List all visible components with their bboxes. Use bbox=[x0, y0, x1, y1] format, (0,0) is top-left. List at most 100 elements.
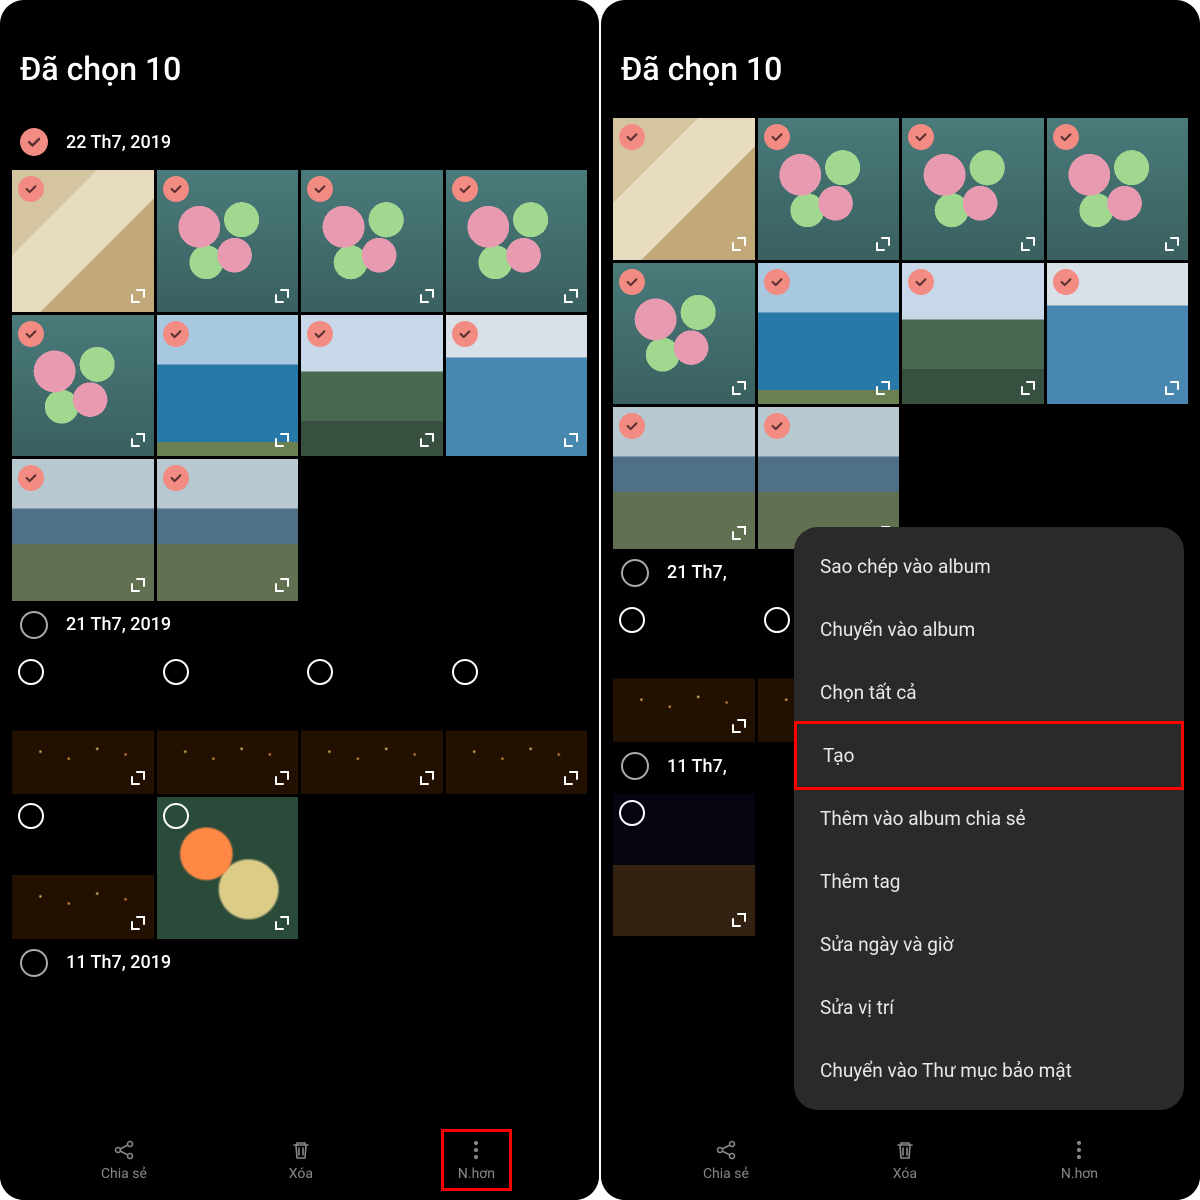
date-select-circle[interactable] bbox=[20, 611, 48, 639]
selected-check-icon[interactable] bbox=[452, 176, 478, 202]
select-circle[interactable] bbox=[18, 659, 44, 685]
expand-icon[interactable] bbox=[561, 768, 581, 788]
expand-icon[interactable] bbox=[1018, 378, 1038, 398]
expand-icon[interactable] bbox=[272, 430, 292, 450]
photo-thumbnail[interactable] bbox=[12, 459, 154, 601]
menu-item[interactable]: Chuyển vào Thư mục bảo mật bbox=[794, 1039, 1184, 1102]
selected-check-icon[interactable] bbox=[619, 269, 645, 295]
more-button[interactable]: N.hơn bbox=[1047, 1132, 1112, 1188]
photo-thumbnail[interactable] bbox=[446, 315, 588, 457]
selected-check-icon[interactable] bbox=[163, 176, 189, 202]
expand-icon[interactable] bbox=[729, 234, 749, 254]
photo-thumbnail[interactable] bbox=[902, 118, 1044, 260]
selected-check-icon[interactable] bbox=[908, 269, 934, 295]
selected-check-icon[interactable] bbox=[764, 413, 790, 439]
expand-icon[interactable] bbox=[417, 768, 437, 788]
date-select-circle[interactable] bbox=[621, 559, 649, 587]
date-header[interactable]: 21 Th7, 2019 bbox=[0, 601, 599, 653]
menu-item[interactable]: Thêm vào album chia sẻ bbox=[794, 787, 1184, 850]
photo-thumbnail[interactable] bbox=[12, 653, 154, 795]
select-circle[interactable] bbox=[619, 800, 645, 826]
photo-thumbnail[interactable] bbox=[12, 797, 154, 939]
menu-item[interactable]: Sửa ngày và giờ bbox=[794, 913, 1184, 976]
expand-icon[interactable] bbox=[729, 716, 749, 736]
expand-icon[interactable] bbox=[128, 768, 148, 788]
delete-button[interactable]: Xóa bbox=[879, 1132, 931, 1188]
expand-icon[interactable] bbox=[1162, 378, 1182, 398]
expand-icon[interactable] bbox=[272, 286, 292, 306]
selected-check-icon[interactable] bbox=[764, 269, 790, 295]
expand-icon[interactable] bbox=[128, 430, 148, 450]
selected-check-icon[interactable] bbox=[1053, 269, 1079, 295]
photo-thumbnail[interactable] bbox=[157, 459, 299, 601]
select-circle[interactable] bbox=[163, 659, 189, 685]
selected-check-icon[interactable] bbox=[619, 124, 645, 150]
selected-check-icon[interactable] bbox=[452, 321, 478, 347]
more-button[interactable]: N.hơn bbox=[441, 1129, 512, 1191]
selected-check-icon[interactable] bbox=[163, 321, 189, 347]
expand-icon[interactable] bbox=[561, 430, 581, 450]
photo-thumbnail[interactable] bbox=[758, 263, 900, 405]
select-circle[interactable] bbox=[163, 803, 189, 829]
photo-thumbnail[interactable] bbox=[1047, 118, 1189, 260]
date-select-circle[interactable] bbox=[20, 949, 48, 977]
selected-check-icon[interactable] bbox=[163, 465, 189, 491]
photo-thumbnail[interactable] bbox=[157, 170, 299, 312]
expand-icon[interactable] bbox=[272, 913, 292, 933]
expand-icon[interactable] bbox=[417, 286, 437, 306]
photo-thumbnail[interactable] bbox=[613, 601, 755, 743]
expand-icon[interactable] bbox=[128, 913, 148, 933]
date-check-icon[interactable] bbox=[20, 128, 48, 156]
photo-thumbnail[interactable] bbox=[12, 170, 154, 312]
share-button[interactable]: Chia sẻ bbox=[87, 1132, 161, 1188]
expand-icon[interactable] bbox=[272, 768, 292, 788]
photo-thumbnail[interactable] bbox=[446, 170, 588, 312]
photo-thumbnail[interactable] bbox=[613, 118, 755, 260]
expand-icon[interactable] bbox=[1018, 234, 1038, 254]
selected-check-icon[interactable] bbox=[908, 124, 934, 150]
date-header[interactable]: 22 Th7, 2019 bbox=[0, 118, 599, 170]
photo-thumbnail[interactable] bbox=[1047, 263, 1189, 405]
photo-thumbnail[interactable] bbox=[758, 118, 900, 260]
expand-icon[interactable] bbox=[272, 575, 292, 595]
photo-thumbnail[interactable] bbox=[12, 315, 154, 457]
photo-thumbnail[interactable] bbox=[446, 653, 588, 795]
photo-thumbnail[interactable] bbox=[301, 170, 443, 312]
photo-thumbnail[interactable] bbox=[301, 315, 443, 457]
select-circle[interactable] bbox=[307, 659, 333, 685]
photo-thumbnail[interactable] bbox=[613, 794, 755, 936]
expand-icon[interactable] bbox=[873, 234, 893, 254]
selected-check-icon[interactable] bbox=[18, 465, 44, 491]
photo-thumbnail[interactable] bbox=[902, 263, 1044, 405]
expand-icon[interactable] bbox=[128, 575, 148, 595]
photo-thumbnail[interactable] bbox=[157, 653, 299, 795]
expand-icon[interactable] bbox=[128, 286, 148, 306]
expand-icon[interactable] bbox=[729, 378, 749, 398]
date-header[interactable]: 11 Th7, 2019 bbox=[0, 939, 599, 991]
date-select-circle[interactable] bbox=[621, 752, 649, 780]
selected-check-icon[interactable] bbox=[18, 176, 44, 202]
menu-item[interactable]: Sao chép vào album bbox=[794, 535, 1184, 598]
expand-icon[interactable] bbox=[561, 286, 581, 306]
photo-thumbnail[interactable] bbox=[301, 653, 443, 795]
share-button[interactable]: Chia sẻ bbox=[689, 1132, 763, 1188]
selected-check-icon[interactable] bbox=[764, 124, 790, 150]
selected-check-icon[interactable] bbox=[619, 413, 645, 439]
photo-thumbnail[interactable] bbox=[613, 263, 755, 405]
select-circle[interactable] bbox=[619, 607, 645, 633]
selected-check-icon[interactable] bbox=[18, 321, 44, 347]
delete-button[interactable]: Xóa bbox=[275, 1132, 327, 1188]
select-circle[interactable] bbox=[18, 803, 44, 829]
selected-check-icon[interactable] bbox=[1053, 124, 1079, 150]
menu-item[interactable]: Chọn tất cả bbox=[794, 661, 1184, 724]
expand-icon[interactable] bbox=[729, 910, 749, 930]
menu-item[interactable]: Thêm tag bbox=[794, 850, 1184, 913]
expand-icon[interactable] bbox=[417, 430, 437, 450]
menu-item[interactable]: Tạo bbox=[794, 721, 1184, 790]
gallery-scroll[interactable]: 22 Th7, 2019 21 Th7, 2019 11 Th7, 2019 bbox=[0, 118, 599, 1128]
select-circle[interactable] bbox=[764, 607, 790, 633]
expand-icon[interactable] bbox=[729, 523, 749, 543]
photo-thumbnail[interactable] bbox=[157, 797, 299, 939]
menu-item[interactable]: Chuyển vào album bbox=[794, 598, 1184, 661]
expand-icon[interactable] bbox=[873, 378, 893, 398]
